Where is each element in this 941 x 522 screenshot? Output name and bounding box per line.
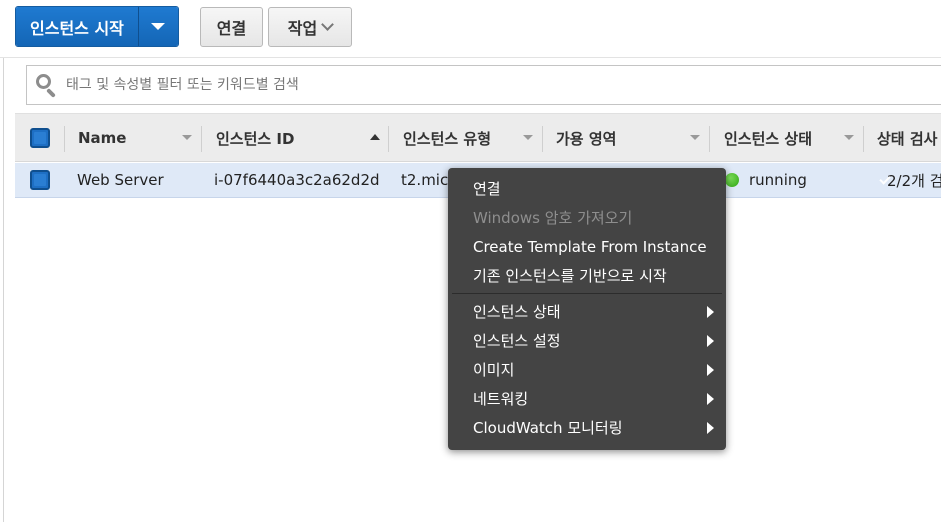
actions-button-label: 작업 xyxy=(287,19,318,38)
menu-divider xyxy=(452,293,722,294)
menu-item-label: 네트워킹 xyxy=(473,390,529,408)
menu-item-launch-more-like-this[interactable]: 기존 인스턴스를 기반으로 시작 xyxy=(448,261,726,290)
connect-button-label: 연결 xyxy=(216,19,247,38)
column-header-instance-id[interactable]: 인스턴스 ID xyxy=(216,114,294,162)
menu-item-label: 이미지 xyxy=(473,361,515,379)
menu-item-label: CloudWatch 모니터링 xyxy=(473,419,623,437)
chevron-right-icon xyxy=(707,364,714,376)
context-menu: 연결 Windows 암호 가져오기 Create Template From … xyxy=(448,168,726,450)
search-input[interactable] xyxy=(66,77,926,93)
running-status-icon xyxy=(725,173,739,187)
select-all-checkbox[interactable] xyxy=(30,128,50,148)
column-divider xyxy=(863,126,864,152)
menu-item-label: 인스턴스 설정 xyxy=(473,332,561,350)
cell-instance-state: running xyxy=(725,163,807,197)
menu-item-connect[interactable]: 연결 xyxy=(448,174,726,203)
column-divider xyxy=(64,126,65,152)
launch-instance-button[interactable]: 인스턴스 시작 xyxy=(16,7,138,46)
column-divider xyxy=(542,126,543,152)
menu-item-networking[interactable]: 네트워킹 xyxy=(448,384,726,413)
menu-item-create-template[interactable]: Create Template From Instance xyxy=(448,232,726,261)
chevron-down-icon xyxy=(321,18,335,31)
status-checks-text: 2/2개 검사 통과 xyxy=(887,171,941,190)
column-header-instance-type[interactable]: 인스턴스 유형 xyxy=(403,114,491,162)
instance-state-text: running xyxy=(749,171,807,189)
column-header-availability-zone[interactable]: 가용 영역 xyxy=(556,114,616,162)
column-header-name[interactable]: Name xyxy=(78,114,126,162)
menu-item-label: 인스턴스 상태 xyxy=(473,303,561,321)
menu-item-get-windows-password: Windows 암호 가져오기 xyxy=(473,209,633,227)
menu-item-image[interactable]: 이미지 xyxy=(448,355,726,384)
cell-status-checks: 2/2개 검사 통과 xyxy=(877,163,941,197)
toolbar-divider xyxy=(0,57,941,58)
row-checkbox[interactable] xyxy=(30,170,50,190)
column-divider xyxy=(201,126,202,152)
chevron-right-icon xyxy=(707,422,714,434)
search-icon xyxy=(34,72,60,98)
chevron-down-icon xyxy=(151,23,166,30)
cell-name: Web Server xyxy=(77,171,164,189)
menu-item-cloudwatch-monitoring[interactable]: CloudWatch 모니터링 xyxy=(448,413,726,442)
menu-item-instance-state[interactable]: 인스턴스 상태 xyxy=(448,297,726,326)
actions-button[interactable]: 작업 xyxy=(268,7,352,47)
sort-ascending-icon[interactable] xyxy=(370,134,380,140)
chevron-right-icon xyxy=(707,335,714,347)
column-divider xyxy=(709,126,710,152)
launch-instance-split-button[interactable]: 인스턴스 시작 xyxy=(15,6,179,47)
sort-icon[interactable] xyxy=(844,135,854,140)
column-header-instance-state[interactable]: 인스턴스 상태 xyxy=(724,114,812,162)
chevron-right-icon xyxy=(707,393,714,405)
column-divider xyxy=(388,126,389,152)
chevron-right-icon xyxy=(707,306,714,318)
menu-item-instance-settings[interactable]: 인스턴스 설정 xyxy=(448,326,726,355)
column-header-status-checks[interactable]: 상태 검사 xyxy=(877,114,941,162)
sort-icon[interactable] xyxy=(182,135,192,140)
table-header: Name 인스턴스 ID 인스턴스 유형 가용 영역 인스턴스 상태 상태 검사 xyxy=(15,113,941,162)
content-left-border xyxy=(3,58,4,522)
search-bar[interactable] xyxy=(26,65,941,105)
cell-instance-id: i-07f6440a3c2a62d2d xyxy=(214,171,380,189)
sort-icon[interactable] xyxy=(523,135,533,140)
launch-dropdown-button[interactable] xyxy=(137,7,178,46)
sort-icon[interactable] xyxy=(690,135,700,140)
connect-button[interactable]: 연결 xyxy=(200,7,263,47)
